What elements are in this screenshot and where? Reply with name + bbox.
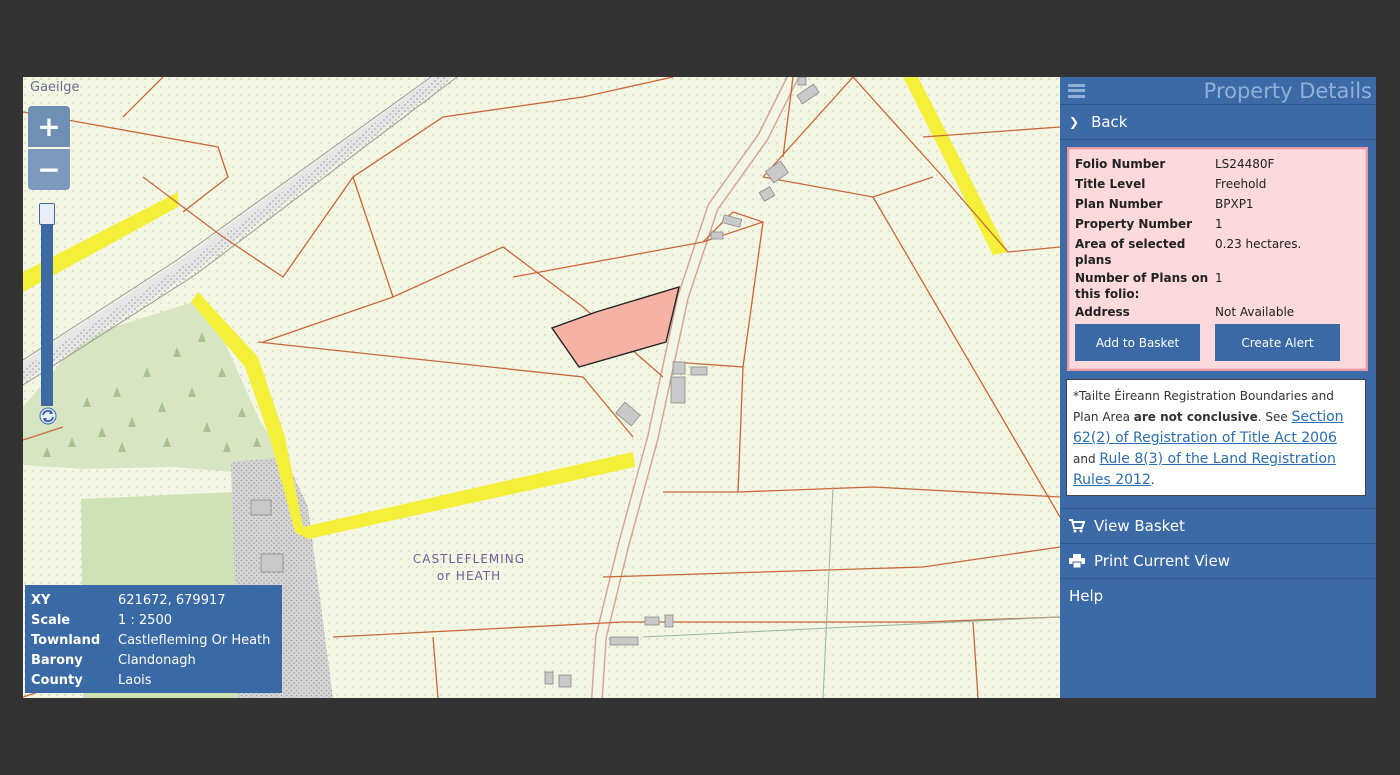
- address-value: Not Available: [1215, 305, 1295, 319]
- property-number-label: Property Number: [1075, 217, 1193, 231]
- address-label: Address: [1075, 305, 1130, 319]
- zoom-slider-thumb[interactable]: [39, 203, 55, 225]
- zoom-slider-track[interactable]: [41, 203, 53, 406]
- zoom-slider[interactable]: [39, 203, 57, 427]
- print-view-label: Print Current View: [1094, 552, 1230, 570]
- barony-value: Clandonagh: [118, 652, 196, 668]
- scale-label: Scale: [31, 612, 71, 628]
- area-value: 0.23 hectares.: [1215, 237, 1302, 251]
- info-row-county: County Laois: [25, 670, 282, 690]
- notice-text-3: and: [1073, 452, 1100, 466]
- view-basket-label: View Basket: [1094, 517, 1185, 535]
- app-window: Gaeilge + − CASTLEFLEMING or HEATH XY 62…: [23, 77, 1376, 698]
- detail-row-property: Property Number 1: [1075, 214, 1360, 234]
- zoom-out-button[interactable]: −: [28, 149, 70, 190]
- back-label: Back: [1091, 113, 1128, 131]
- rule-8-link[interactable]: Rule 8(3) of the Land Registration Rules…: [1073, 451, 1336, 488]
- xy-label: XY: [31, 592, 51, 608]
- info-row-xy: XY 621672, 679917: [25, 590, 282, 610]
- property-details-box: Folio Number LS24480F Title Level Freeho…: [1067, 147, 1368, 371]
- print-view-button[interactable]: Print Current View: [1060, 543, 1376, 578]
- num-plans-label: Number of Plans on this folio:: [1075, 271, 1209, 301]
- detail-row-area: Area of selected plans 0.23 hectares.: [1075, 234, 1360, 268]
- plan-value: BPXP1: [1215, 197, 1254, 211]
- map-view[interactable]: Gaeilge + − CASTLEFLEMING or HEATH XY 62…: [23, 77, 1060, 698]
- back-button[interactable]: ❯ Back: [1060, 105, 1376, 140]
- info-row-barony: Barony Clandonagh: [25, 650, 282, 670]
- num-plans-value: 1: [1215, 271, 1223, 285]
- folio-label: Folio Number: [1075, 157, 1166, 171]
- townland-value: Castlefleming Or Heath: [118, 632, 271, 648]
- title-level-label: Title Level: [1075, 177, 1146, 191]
- location-info-panel: XY 621672, 679917 Scale 1 : 2500 Townlan…: [25, 585, 282, 693]
- barony-label: Barony: [31, 652, 83, 668]
- folio-value: LS24480F: [1215, 157, 1275, 171]
- detail-row-address: Address Not Available: [1075, 302, 1360, 322]
- detail-row-plan: Plan Number BPXP1: [1075, 194, 1360, 214]
- create-alert-button[interactable]: Create Alert: [1215, 324, 1340, 361]
- notice-text-4: .: [1150, 473, 1155, 487]
- townland-label-line1: CASTLEFLEMING: [412, 552, 526, 566]
- cart-icon: [1069, 518, 1085, 534]
- info-row-scale: Scale 1 : 2500: [25, 610, 282, 630]
- chevron-right-icon: ❯: [1069, 115, 1080, 129]
- scale-value: 1 : 2500: [118, 612, 172, 628]
- townland-label: Townland: [31, 632, 101, 648]
- zoom-controls: + −: [28, 106, 70, 190]
- notice-bold: are not conclusive: [1133, 410, 1258, 424]
- xy-value: 621672, 679917: [118, 592, 226, 608]
- title-level-value: Freehold: [1215, 177, 1267, 191]
- printer-icon: [1069, 553, 1085, 569]
- plan-label: Plan Number: [1075, 197, 1163, 211]
- language-link[interactable]: Gaeilge: [30, 80, 80, 95]
- zoom-in-button[interactable]: +: [28, 106, 70, 147]
- townland-map-label: CASTLEFLEMING or HEATH: [409, 551, 529, 585]
- county-label: County: [31, 672, 83, 688]
- detail-row-num-plans: Number of Plans on this folio: 1: [1075, 268, 1360, 302]
- view-basket-button[interactable]: View Basket: [1060, 508, 1376, 543]
- sidebar-title: Property Details: [1203, 78, 1372, 103]
- hamburger-menu-icon[interactable]: [1068, 83, 1085, 98]
- sidebar-header: Property Details: [1060, 77, 1376, 105]
- townland-label-line2: or HEATH: [436, 569, 502, 583]
- notice-text-2: . See: [1257, 410, 1292, 424]
- detail-row-title-level: Title Level Freehold: [1075, 174, 1360, 194]
- info-row-townland: Townland Castlefleming Or Heath: [25, 630, 282, 650]
- property-number-value: 1: [1215, 217, 1223, 231]
- help-label: Help: [1069, 587, 1104, 605]
- disclaimer-notice: *Tailte Éireann Registration Boundaries …: [1066, 379, 1366, 496]
- add-to-basket-button[interactable]: Add to Basket: [1075, 324, 1200, 361]
- area-label: Area of selected plans: [1075, 237, 1186, 267]
- details-button-row: Add to Basket Create Alert: [1075, 324, 1360, 361]
- county-value: Laois: [118, 672, 152, 688]
- property-sidebar: Property Details ❯ Back Folio Number LS2…: [1060, 77, 1376, 698]
- refresh-icon[interactable]: [39, 407, 57, 425]
- detail-row-folio: Folio Number LS24480F: [1075, 154, 1360, 174]
- help-button[interactable]: Help: [1060, 578, 1376, 613]
